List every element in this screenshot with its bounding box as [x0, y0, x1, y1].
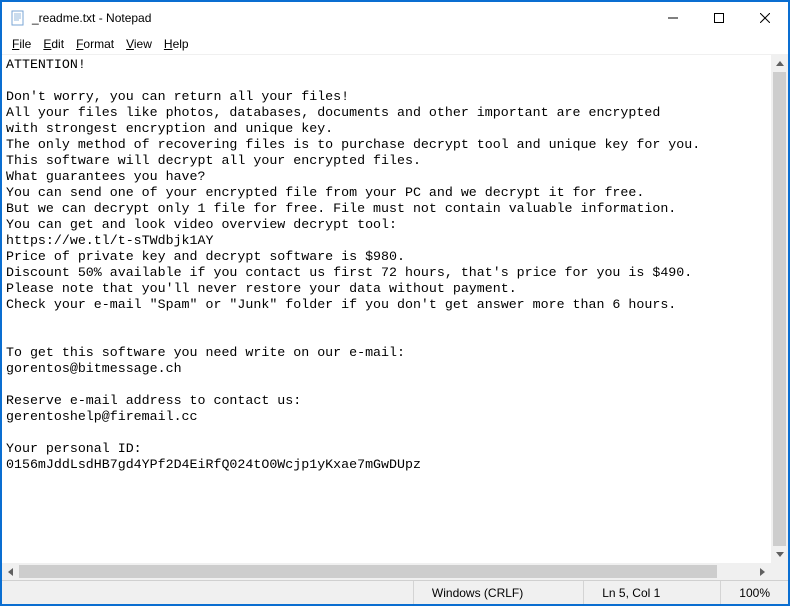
menu-help[interactable]: Help	[158, 36, 195, 52]
horizontal-scroll-track[interactable]	[19, 563, 754, 580]
titlebar[interactable]: _readme.txt - Notepad	[2, 2, 788, 34]
maximize-button[interactable]	[696, 2, 742, 34]
scroll-right-button[interactable]	[754, 563, 771, 580]
vertical-scrollbar[interactable]	[771, 55, 788, 563]
window-controls	[650, 2, 788, 33]
notepad-icon	[10, 10, 26, 26]
scrollbar-corner	[771, 563, 788, 580]
horizontal-scroll-thumb[interactable]	[19, 565, 717, 578]
close-button[interactable]	[742, 2, 788, 34]
menu-edit[interactable]: Edit	[37, 36, 70, 52]
menubar: File Edit Format View Help	[2, 34, 788, 54]
menu-view[interactable]: View	[120, 36, 158, 52]
horizontal-scrollbar[interactable]	[2, 563, 771, 580]
scroll-down-button[interactable]	[771, 546, 788, 563]
window-title: _readme.txt - Notepad	[32, 11, 151, 25]
status-position: Ln 5, Col 1	[583, 581, 720, 604]
document-text[interactable]: ATTENTION! Don't worry, you can return a…	[2, 55, 771, 563]
minimize-button[interactable]	[650, 2, 696, 34]
status-zoom: 100%	[720, 581, 788, 604]
menu-format[interactable]: Format	[70, 36, 120, 52]
vertical-scroll-track[interactable]	[771, 72, 788, 546]
menu-file[interactable]: File	[6, 36, 37, 52]
notepad-window: _readme.txt - Notepad File Edit Format V…	[0, 0, 790, 606]
vertical-scroll-thumb[interactable]	[773, 72, 786, 546]
status-encoding: Windows (CRLF)	[413, 581, 583, 604]
editor-area: ATTENTION! Don't worry, you can return a…	[2, 54, 788, 580]
scroll-up-button[interactable]	[771, 55, 788, 72]
statusbar: Windows (CRLF) Ln 5, Col 1 100%	[2, 580, 788, 604]
scroll-left-button[interactable]	[2, 563, 19, 580]
